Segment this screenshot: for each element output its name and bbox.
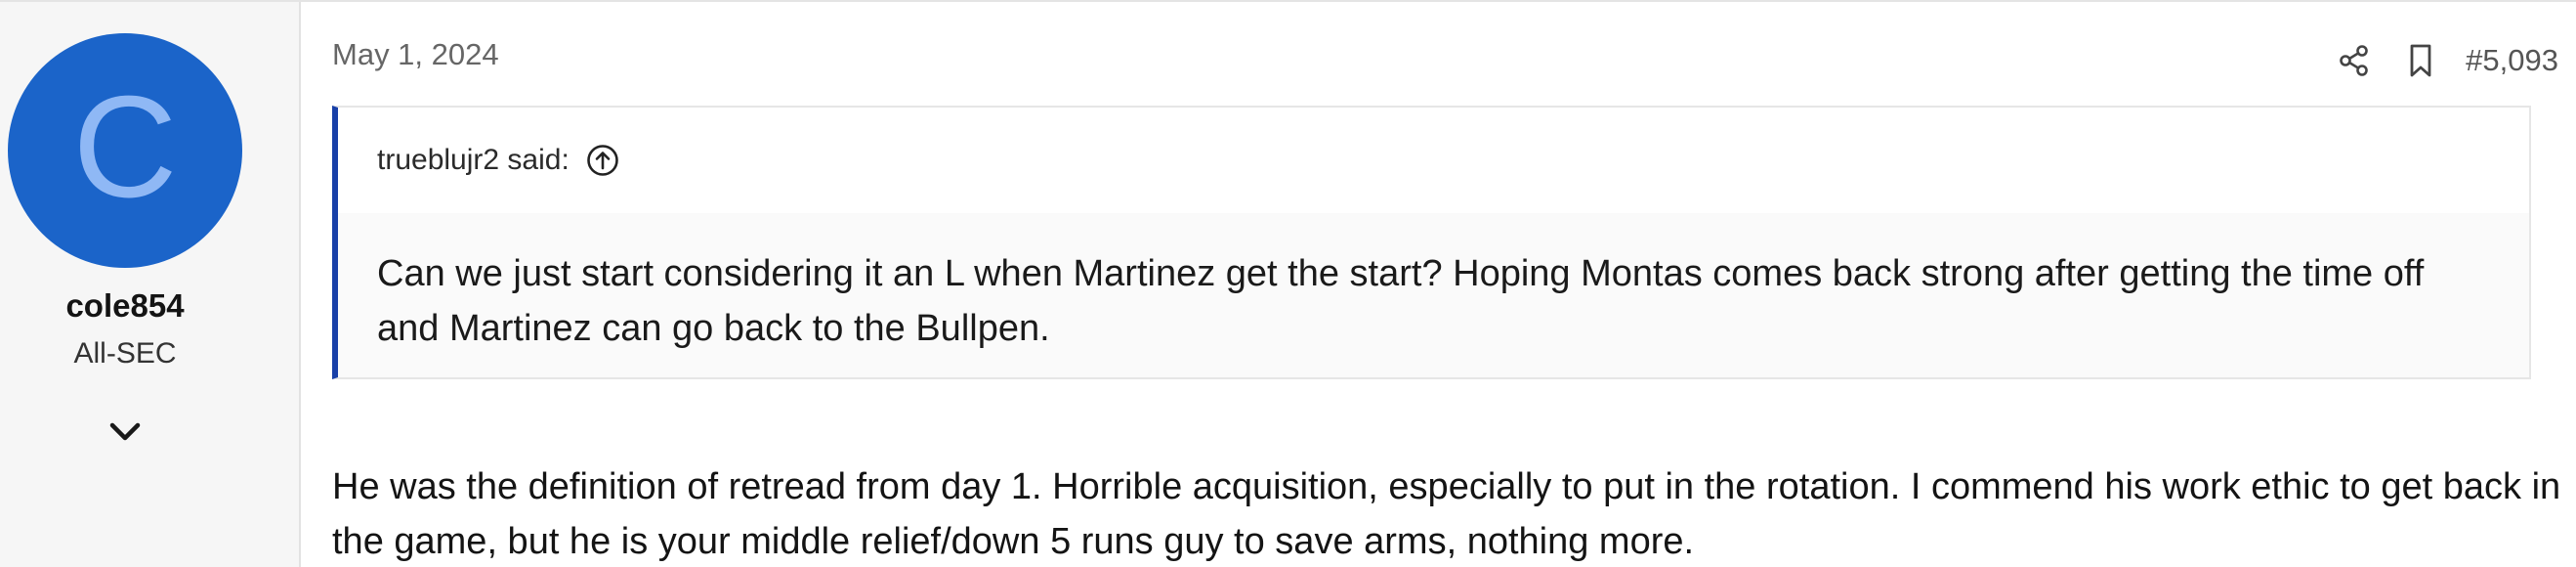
post-user-panel: C cole854 All-SEC [0, 2, 301, 567]
chevron-down-icon [109, 422, 141, 441]
bookmark-icon [2410, 44, 2431, 77]
avatar[interactable]: C [8, 33, 242, 268]
post-number-link[interactable]: #5,093 [2466, 43, 2558, 78]
quote-text: Can we just start considering it an L wh… [377, 253, 2425, 349]
quote-block: trueblujr2 said: Can we just start consi… [332, 106, 2531, 379]
share-button[interactable] [2333, 39, 2376, 82]
forum-post: C cole854 All-SEC May 1, 2024 #5,093 tru… [0, 0, 2576, 567]
jump-to-quote-button[interactable] [585, 143, 620, 178]
avatar-letter: C [72, 66, 178, 228]
share-icon [2340, 45, 2368, 76]
post-date[interactable]: May 1, 2024 [332, 37, 499, 72]
post-body: He was the definition of retread from da… [332, 466, 2561, 562]
user-title: All-SEC [73, 337, 177, 370]
user-expand-button[interactable] [104, 416, 147, 448]
post-actions: #5,093 [2333, 39, 2558, 82]
quote-header: trueblujr2 said: [338, 108, 2529, 213]
post-main: May 1, 2024 #5,093 trueblujr2 said: Can … [301, 2, 2576, 567]
username[interactable]: cole854 [0, 287, 250, 325]
arrow-up-circle-icon [586, 145, 618, 176]
bookmark-button[interactable] [2399, 39, 2442, 82]
quote-author: trueblujr2 said: [377, 144, 570, 176]
